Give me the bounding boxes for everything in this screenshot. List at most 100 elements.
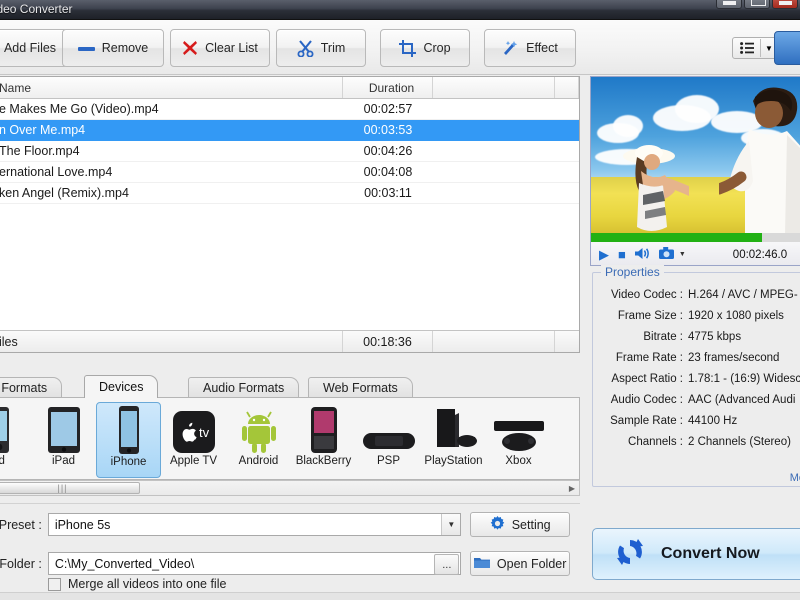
progress-bar-fill: [591, 233, 762, 242]
table-row[interactable]: ken Angel (Remix).mp4 00:03:11: [0, 183, 579, 204]
device-item-ipod[interactable]: od: [0, 402, 31, 478]
device-item-apple-tv[interactable]: tv Apple TV: [161, 402, 226, 478]
camera-icon[interactable]: [659, 247, 674, 262]
device-label: PlayStation: [424, 455, 482, 467]
property-value: 2 Channels (Stereo): [688, 432, 800, 453]
remove-label: Remove: [102, 41, 149, 55]
file-name: n Over Me.mp4: [0, 123, 343, 137]
add-files-button[interactable]: Add Files: [0, 29, 68, 67]
chevron-down-icon[interactable]: ▼: [441, 514, 460, 535]
folder-icon: [474, 556, 490, 572]
device-item-blackberry[interactable]: BlackBerry: [291, 402, 356, 478]
clear-list-button[interactable]: Clear List: [170, 29, 270, 67]
video-preview[interactable]: ▶ ■ ▼ 00:02:46.0: [590, 76, 800, 266]
close-button[interactable]: [772, 0, 798, 9]
property-key: Frame Rate :: [593, 348, 688, 369]
column-header-name[interactable]: Name: [0, 77, 343, 98]
more-link[interactable]: Mo: [790, 472, 800, 484]
effect-button[interactable]: Effect: [484, 29, 576, 67]
effect-label: Effect: [526, 41, 558, 55]
output-settings-panel: Preset : iPhone 5s ▼ Setting Folder : C:…: [0, 503, 580, 600]
property-key: Bitrate :: [593, 327, 688, 348]
play-button[interactable]: ▶: [599, 247, 609, 263]
gear-icon: [490, 516, 505, 534]
video-converter-window: Video Converter Add Files Remove Clear L…: [0, 0, 800, 600]
cloud: [613, 115, 643, 137]
preview-frame: [591, 77, 800, 233]
trim-button[interactable]: Trim: [276, 29, 366, 67]
tab-audio-formats[interactable]: Audio Formats: [188, 377, 299, 397]
status-bar: [0, 592, 800, 600]
convert-now-label: Convert Now: [661, 545, 760, 563]
property-row: Bitrate : 4775 kbps: [593, 327, 800, 348]
device-item-playstation[interactable]: PlayStation: [421, 402, 486, 478]
device-label: od: [0, 455, 5, 467]
property-key: Aspect Ratio :: [593, 369, 688, 390]
crop-icon: [399, 40, 416, 57]
output-folder-input[interactable]: C:\My_Converted_Video\ ...: [48, 552, 462, 575]
playback-progress[interactable]: [591, 233, 800, 242]
file-name: ernational Love.mp4: [0, 165, 343, 179]
scrollbar-thumb[interactable]: |||: [0, 482, 140, 494]
column-header-4[interactable]: [555, 77, 579, 98]
open-folder-button[interactable]: Open Folder: [470, 551, 570, 576]
properties-title: Properties: [601, 265, 664, 279]
device-label: BlackBerry: [296, 455, 352, 467]
scroll-right-arrow[interactable]: ▶: [569, 484, 575, 493]
ipad-icon: [47, 405, 81, 453]
crop-button[interactable]: Crop: [380, 29, 470, 67]
device-strip[interactable]: od iPad iPhone tv Apple TV: [0, 397, 580, 480]
stop-button[interactable]: ■: [618, 247, 626, 262]
convert-now-button[interactable]: Convert Now: [592, 528, 800, 580]
device-scrollbar[interactable]: ||| ▶: [0, 480, 580, 496]
snapshot-chevron-down-icon[interactable]: ▼: [679, 251, 686, 258]
property-row: Audio Codec : AAC (Advanced Audi: [593, 390, 800, 411]
property-key: Audio Codec :: [593, 390, 688, 411]
crop-label: Crop: [423, 41, 450, 55]
player-controls: ▶ ■ ▼ 00:02:46.0: [591, 242, 800, 266]
property-value: AAC (Advanced Audi: [688, 390, 800, 411]
view-mode-button[interactable]: ▼: [732, 37, 778, 59]
remove-button[interactable]: Remove: [62, 29, 164, 67]
footer-spacer: [433, 331, 555, 352]
svg-text:tv: tv: [199, 425, 210, 440]
minimize-button[interactable]: [716, 0, 742, 9]
minus-icon: [78, 44, 95, 53]
x-icon: [182, 40, 198, 56]
column-header-duration[interactable]: Duration: [343, 77, 433, 98]
device-item-ipad[interactable]: iPad: [31, 402, 96, 478]
help-button[interactable]: [774, 31, 800, 65]
iphone-icon: [116, 406, 142, 454]
property-value: 44100 Hz: [688, 411, 800, 432]
merge-videos-checkbox[interactable]: [48, 578, 61, 591]
tab-video-formats[interactable]: deo Formats: [0, 377, 62, 397]
browse-button[interactable]: ...: [434, 554, 459, 575]
blackberry-icon: [310, 405, 338, 453]
setting-button[interactable]: Setting: [470, 512, 570, 537]
tab-devices[interactable]: Devices: [84, 375, 158, 398]
file-duration: 00:04:08: [343, 165, 433, 179]
property-row: Video Codec : H.264 / AVC / MPEG-: [593, 285, 800, 306]
maximize-button[interactable]: [744, 0, 770, 9]
table-row[interactable]: n Over Me.mp4 00:03:53: [0, 120, 579, 141]
column-header-3[interactable]: [433, 77, 555, 98]
property-key: Channels :: [593, 432, 688, 453]
device-item-psp[interactable]: PSP: [356, 402, 421, 478]
table-row[interactable]: e Makes Me Go (Video).mp4 00:02:57: [0, 99, 579, 120]
file-list[interactable]: Name Duration e Makes Me Go (Video).mp4 …: [0, 76, 580, 353]
property-value: 4775 kbps: [688, 327, 800, 348]
tab-web-formats[interactable]: Web Formats: [308, 377, 413, 397]
device-item-android[interactable]: Android: [226, 402, 291, 478]
playstation-icon: [429, 405, 479, 453]
device-item-iphone[interactable]: iPhone: [96, 402, 161, 478]
table-row[interactable]: The Floor.mp4 00:04:26: [0, 141, 579, 162]
volume-icon[interactable]: [635, 247, 650, 263]
property-row: Frame Rate : 23 frames/second: [593, 348, 800, 369]
property-key: Video Codec :: [593, 285, 688, 306]
scissors-icon: [297, 40, 314, 57]
psp-icon: [363, 405, 415, 453]
table-row[interactable]: ernational Love.mp4 00:04:08: [0, 162, 579, 183]
device-item-xbox[interactable]: Xbox: [486, 402, 551, 478]
toolbar: Add Files Remove Clear List Trim: [0, 20, 800, 75]
preset-dropdown[interactable]: iPhone 5s ▼: [48, 513, 462, 536]
